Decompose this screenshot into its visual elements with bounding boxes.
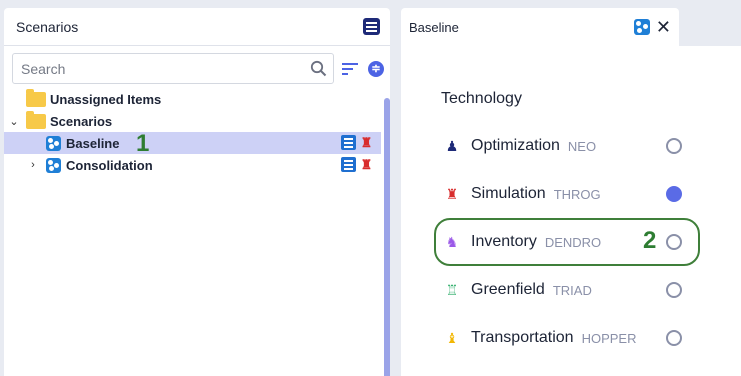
folder-icon (26, 110, 46, 129)
radio-optimization[interactable] (666, 138, 682, 154)
tech-row-transportation[interactable]: ♝ Transportation HOPPER (445, 318, 685, 358)
tree-item-baseline[interactable]: Baseline 1 ♜ (4, 130, 381, 157)
search-icon[interactable] (310, 60, 327, 77)
close-icon[interactable]: ✕ (656, 18, 671, 36)
step-number-2: 2 (643, 227, 657, 254)
transportation-hopper-icon: ♝ (445, 330, 459, 346)
tech-code: HOPPER (581, 330, 637, 346)
inventory-dendro-icon: ♞ (445, 234, 459, 250)
scenarios-panel-header: Scenarios (4, 8, 390, 46)
radio-simulation[interactable] (666, 186, 682, 202)
tree-item-unassigned[interactable]: Unassigned Items (4, 88, 381, 110)
divide-filter-button[interactable]: ≑ (368, 60, 384, 77)
tree-item-label: Consolidation (66, 157, 153, 173)
tab-icons: ✕ (633, 18, 671, 36)
search-input[interactable] (21, 60, 281, 77)
chevron-right-icon[interactable]: › (26, 159, 40, 171)
tech-name: Greenfield (471, 281, 545, 298)
tech-row-simulation[interactable]: ♜ Simulation THROG (445, 174, 685, 214)
technology-panel: Technology ♟ Optimization NEO ♜ Simulati… (401, 46, 741, 376)
list-view-icon[interactable] (363, 18, 380, 35)
simulation-throg-icon: ♜ (445, 186, 459, 202)
tech-name: Inventory (471, 233, 537, 250)
tab-baseline[interactable]: Baseline ✕ (401, 8, 679, 46)
section-title: Technology (441, 90, 522, 107)
panel-title: Scenarios (16, 18, 79, 35)
tree-item-label: Unassigned Items (50, 91, 162, 107)
tree-item-label: Scenarios (50, 113, 113, 129)
tech-name: Transportation (471, 329, 574, 346)
tech-row-greenfield[interactable]: ♖ Greenfield TRIAD (445, 270, 685, 310)
tree-item-scenarios-folder[interactable]: ⌄ Scenarios (4, 110, 381, 132)
tab-title: Baseline (409, 19, 459, 35)
radio-transportation[interactable] (666, 330, 682, 346)
chevron-down-icon[interactable]: ⌄ (7, 115, 21, 128)
tech-code: NEO (567, 138, 597, 154)
greenfield-triad-icon: ♖ (445, 282, 459, 298)
tech-code: DENDRO (544, 234, 602, 250)
tree-item-label: Baseline (66, 135, 120, 151)
scenario-icon (46, 135, 61, 151)
tech-code: THROG (553, 186, 601, 202)
scenario-icon (46, 157, 61, 173)
document-icon[interactable] (341, 157, 356, 172)
sort-icon[interactable] (342, 62, 360, 75)
optimization-neo-icon: ♟ (445, 138, 459, 154)
row-actions: ♜ (341, 135, 373, 150)
search-box (12, 53, 334, 84)
tech-name: Simulation (471, 185, 546, 202)
scenario-tree: Unassigned Items ⌄ Scenarios Baseline 1 … (4, 88, 381, 176)
tech-row-optimization[interactable]: ♟ Optimization NEO (445, 126, 685, 166)
scenarios-panel: Scenarios ≑ Unassigned Items ⌄ Scenarios… (4, 8, 390, 376)
simulation-throg-icon[interactable]: ♜ (360, 157, 373, 172)
document-icon[interactable] (341, 135, 356, 150)
search-row: ≑ (12, 53, 384, 84)
folder-icon (26, 88, 46, 107)
tree-scrollbar[interactable] (384, 98, 390, 376)
tree-item-consolidation[interactable]: › Consolidation ♜ (4, 154, 381, 176)
simulation-throg-icon[interactable]: ♜ (360, 135, 373, 150)
radio-inventory[interactable] (666, 234, 682, 250)
row-actions: ♜ (341, 157, 373, 172)
scenario-icon (633, 19, 650, 35)
tech-code: TRIAD (552, 282, 592, 298)
tech-name: Optimization (471, 137, 560, 154)
radio-greenfield[interactable] (666, 282, 682, 298)
